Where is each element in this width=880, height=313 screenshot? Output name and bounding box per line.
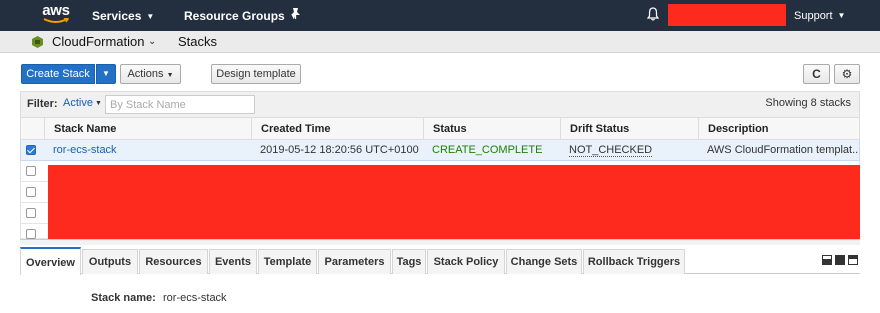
chevron-down-icon: ▼ bbox=[94, 100, 102, 107]
detail-tabs: Overview Outputs Resources Events Templa… bbox=[20, 247, 860, 275]
stack-name-link[interactable]: ror-ecs-stack bbox=[44, 140, 251, 160]
create-stack-dropdown-button[interactable]: ▼ bbox=[96, 64, 116, 84]
tab-overview[interactable]: Overview bbox=[20, 247, 81, 275]
row-checkbox[interactable] bbox=[26, 166, 36, 176]
support-menu[interactable]: Support ▼ bbox=[794, 10, 845, 22]
settings-button[interactable]: ⚙ bbox=[834, 64, 860, 84]
design-template-button[interactable]: Design template bbox=[211, 64, 301, 84]
chevron-down-icon: ▼ bbox=[146, 12, 155, 21]
table-row[interactable]: ror-ecs-stack 2019-05-12 18:20:56 UTC+01… bbox=[20, 140, 860, 161]
chevron-down-icon: ▼ bbox=[837, 11, 846, 20]
panel-maximize-icon[interactable] bbox=[848, 255, 858, 265]
column-header-status[interactable]: Status bbox=[423, 118, 560, 140]
resource-groups-label: Resource Groups bbox=[184, 9, 285, 23]
row-checkbox[interactable] bbox=[26, 229, 36, 239]
tab-rollback-triggers[interactable]: Rollback Triggers bbox=[583, 249, 685, 274]
tab-parameters[interactable]: Parameters bbox=[318, 249, 391, 274]
resource-groups-menu[interactable]: Resource Groups ▼ bbox=[184, 9, 298, 23]
stack-name-value: ror-ecs-stack bbox=[163, 292, 227, 304]
pin-icon[interactable] bbox=[290, 7, 301, 23]
tab-resources[interactable]: Resources bbox=[139, 249, 208, 274]
table-header: Stack Name Created Time Status Drift Sta… bbox=[20, 117, 860, 140]
column-header-stack-name[interactable]: Stack Name bbox=[44, 118, 251, 140]
panel-minimize-icon[interactable] bbox=[822, 255, 832, 265]
panel-size-controls bbox=[819, 255, 858, 268]
tab-outputs[interactable]: Outputs bbox=[82, 249, 138, 274]
services-menu[interactable]: Services ▼ bbox=[92, 9, 154, 23]
tab-events[interactable]: Events bbox=[209, 249, 257, 274]
create-stack-button[interactable]: Create Stack bbox=[21, 64, 95, 84]
row-checkbox[interactable] bbox=[26, 187, 36, 197]
aws-logo-text: aws bbox=[42, 2, 70, 19]
filter-status-value: Active bbox=[63, 97, 93, 109]
cloudformation-icon bbox=[32, 36, 43, 48]
status-cell: CREATE_COMPLETE bbox=[432, 144, 543, 156]
top-nav: aws Services ▼ Resource Groups ▼ Support ▼ bbox=[0, 0, 880, 31]
chevron-down-icon: ▼ bbox=[166, 72, 174, 79]
services-label: Services bbox=[92, 9, 142, 23]
filter-label: Filter: bbox=[27, 98, 58, 110]
stack-count-label: Showing 8 stacks bbox=[765, 97, 851, 109]
aws-smile-icon bbox=[43, 18, 69, 23]
support-label: Support bbox=[794, 10, 833, 22]
chevron-down-icon: ▼ bbox=[102, 69, 110, 78]
drift-status-cell[interactable]: NOT_CHECKED bbox=[560, 140, 698, 160]
drift-status-value: NOT_CHECKED bbox=[569, 144, 653, 157]
created-time-cell: 2019-05-12 18:20:56 UTC+0100 bbox=[260, 144, 419, 156]
actions-label: Actions bbox=[127, 68, 164, 80]
tab-change-sets[interactable]: Change Sets bbox=[506, 249, 582, 274]
panel-resize-handle[interactable] bbox=[20, 239, 860, 245]
chevron-down-icon[interactable]: ⌄ bbox=[148, 36, 156, 47]
select-column-header bbox=[21, 118, 44, 140]
refresh-button[interactable]: C bbox=[803, 64, 830, 84]
description-cell: AWS CloudFormation templat... bbox=[707, 144, 859, 156]
breadcrumb: Stacks bbox=[178, 34, 218, 49]
service-bar: CloudFormation ⌄ Stacks bbox=[0, 31, 880, 53]
stack-name-label: Stack name: bbox=[91, 292, 156, 304]
redacted-rows bbox=[48, 165, 860, 239]
column-header-drift-status[interactable]: Drift Status bbox=[560, 118, 698, 140]
refresh-icon: C bbox=[812, 67, 821, 81]
tab-tags[interactable]: Tags bbox=[392, 249, 426, 274]
panel-half-icon[interactable] bbox=[835, 255, 845, 265]
column-header-created-time[interactable]: Created Time bbox=[251, 118, 423, 140]
stack-name-search-input[interactable] bbox=[105, 95, 255, 114]
filter-bar: Filter: Active▼ Showing 8 stacks bbox=[20, 91, 860, 117]
gear-icon: ⚙ bbox=[841, 67, 853, 81]
bell-icon[interactable] bbox=[646, 7, 660, 21]
service-name[interactable]: CloudFormation bbox=[52, 34, 145, 49]
row-checkbox[interactable] bbox=[26, 208, 36, 218]
account-menu-redacted[interactable] bbox=[668, 4, 786, 26]
filter-status-dropdown[interactable]: Active ▼ bbox=[63, 97, 102, 109]
tab-stack-policy[interactable]: Stack Policy bbox=[427, 249, 505, 274]
actions-button[interactable]: Actions ▼ bbox=[120, 64, 181, 84]
row-checkbox[interactable] bbox=[26, 145, 36, 155]
overview-panel: Stack name: ror-ecs-stack bbox=[20, 275, 860, 313]
tab-template[interactable]: Template bbox=[258, 249, 317, 274]
column-header-description[interactable]: Description bbox=[698, 118, 859, 140]
aws-logo[interactable]: aws bbox=[39, 2, 73, 28]
